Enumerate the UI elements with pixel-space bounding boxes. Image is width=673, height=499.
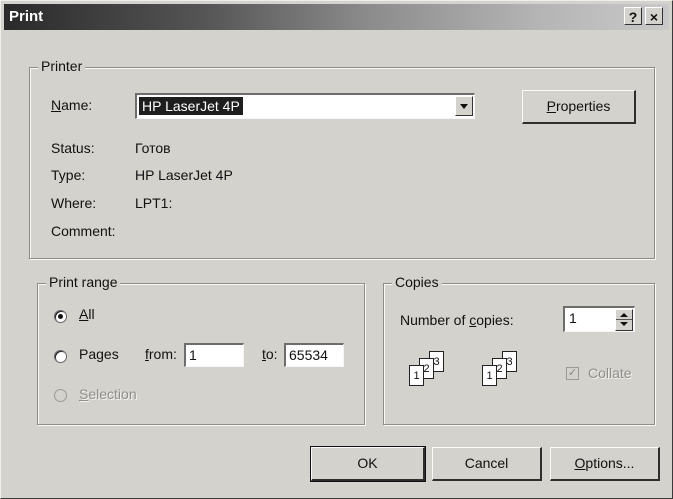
- collate-page: 1: [409, 365, 424, 386]
- radio-pages[interactable]: [54, 350, 67, 363]
- close-button[interactable]: ×: [645, 7, 663, 25]
- help-button[interactable]: ?: [624, 7, 642, 25]
- where-value: LPT1:: [135, 195, 173, 211]
- copies-stepper[interactable]: 1: [563, 306, 635, 332]
- cancel-button[interactable]: Cancel: [432, 447, 542, 481]
- options-button[interactable]: Options...: [550, 447, 660, 481]
- radio-selection-label[interactable]: Selection: [79, 386, 137, 402]
- name-label: Name:: [51, 97, 93, 113]
- collate-label[interactable]: Collate: [588, 365, 632, 381]
- where-label: Where:: [51, 195, 97, 211]
- printer-name-value: HP LaserJet 4P: [139, 97, 243, 115]
- to-label: to:: [262, 346, 278, 362]
- type-value: HP LaserJet 4P: [135, 167, 233, 183]
- spin-arrows-icon[interactable]: [615, 309, 633, 331]
- radio-selection[interactable]: [54, 389, 67, 402]
- window-title: Print: [9, 8, 44, 25]
- radio-pages-label[interactable]: Pages: [79, 346, 119, 362]
- print-dialog: Print ? × Printer Name: HP LaserJet 4P P…: [0, 0, 673, 499]
- from-input[interactable]: 1: [184, 343, 244, 367]
- radio-all[interactable]: [54, 310, 67, 323]
- type-label: Type:: [51, 167, 86, 183]
- chevron-down-icon[interactable]: [455, 96, 473, 116]
- comment-label: Comment:: [51, 223, 116, 239]
- properties-button[interactable]: Properties: [522, 90, 636, 124]
- printer-group-label: Printer: [38, 58, 86, 74]
- copies-value: 1: [569, 310, 577, 326]
- number-of-copies-label: Number of copies:: [400, 312, 514, 328]
- title-bar[interactable]: Print ? ×: [4, 4, 669, 30]
- collate-page: 1: [482, 365, 497, 386]
- copies-label: Copies: [392, 274, 442, 290]
- ok-button[interactable]: OK: [310, 446, 426, 482]
- from-label: from:: [145, 346, 177, 362]
- radio-all-label[interactable]: All: [79, 306, 95, 322]
- collate-checkbox[interactable]: ✓: [566, 367, 579, 380]
- status-value: Готов: [135, 140, 171, 156]
- copies-group: Copies: [383, 274, 655, 425]
- print-range-label: Print range: [46, 274, 121, 290]
- printer-name-select[interactable]: HP LaserJet 4P: [135, 93, 475, 119]
- to-input[interactable]: 65534: [284, 343, 344, 367]
- status-label: Status:: [51, 140, 95, 156]
